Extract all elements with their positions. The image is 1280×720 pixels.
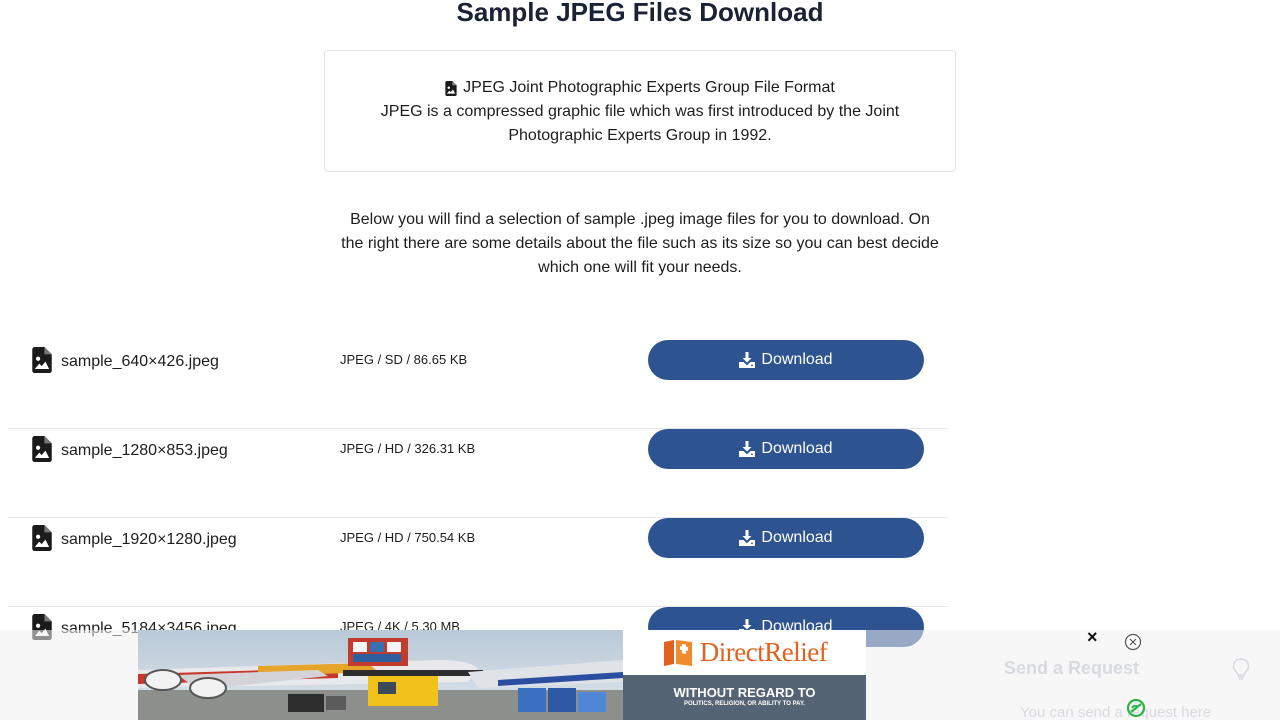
ad-brand-panel[interactable]: DirectRelief WITHOUT REGARD TO POLITICS,… bbox=[623, 630, 866, 720]
download-label: Download bbox=[761, 440, 833, 457]
ad-banner-image[interactable] bbox=[138, 630, 623, 720]
send-request-title: Send a Request bbox=[1004, 658, 1140, 678]
file-row: sample_1920×1280.jpeg JPEG / HD / 750.54… bbox=[8, 518, 948, 607]
download-icon bbox=[739, 352, 756, 368]
download-button[interactable]: Download bbox=[648, 429, 924, 469]
ad-verify-icon bbox=[1126, 698, 1146, 718]
file-meta: JPEG / SD / 86.65 KB bbox=[340, 352, 468, 367]
intro-text: Below you will find a selection of sampl… bbox=[341, 211, 939, 276]
download-button[interactable]: Download bbox=[648, 518, 924, 558]
file-name: sample_640×426.jpeg bbox=[61, 353, 219, 370]
download-button[interactable]: Download bbox=[648, 340, 924, 380]
ad-tagline-sub: POLITICS, RELIGION, OR ABILITY TO PAY. bbox=[684, 701, 805, 707]
ad-brand-name: DirectRelief bbox=[699, 637, 828, 667]
download-icon bbox=[739, 441, 756, 457]
direct-relief-logo-icon bbox=[663, 639, 692, 666]
file-row: sample_1280×853.jpeg JPEG / HD / 326.31 … bbox=[8, 429, 948, 518]
file-name: sample_1920×1280.jpeg bbox=[61, 531, 237, 548]
ad-close-button[interactable]: × bbox=[1087, 628, 1098, 646]
file-image-icon bbox=[32, 347, 52, 373]
download-icon bbox=[739, 530, 756, 546]
ad-photo-illustration bbox=[138, 630, 623, 720]
file-image-icon bbox=[32, 436, 52, 462]
file-name: sample_1280×853.jpeg bbox=[61, 442, 228, 459]
info-card-heading-row: JPEG Joint Photographic Experts Group Fi… bbox=[325, 76, 955, 100]
file-image-icon bbox=[32, 525, 52, 551]
ad-tagline: WITHOUT REGARD TO bbox=[673, 685, 816, 700]
info-card: JPEG Joint Photographic Experts Group Fi… bbox=[324, 50, 956, 172]
lightbulb-icon bbox=[1232, 658, 1250, 680]
send-request-widget: Send a Request You can send a request he… bbox=[1004, 656, 1264, 720]
info-card-heading: JPEG Joint Photographic Experts Group Fi… bbox=[463, 79, 835, 96]
ad-tagline-area: WITHOUT REGARD TO POLITICS, RELIGION, OR… bbox=[623, 675, 866, 720]
file-meta: JPEG / HD / 326.31 KB bbox=[340, 441, 476, 456]
file-image-icon bbox=[445, 80, 457, 96]
info-card-body: JPEG is a compressed graphic file which … bbox=[380, 103, 900, 144]
page-title: Sample JPEG Files Download bbox=[456, 0, 824, 27]
ad-logo-area: DirectRelief bbox=[623, 630, 866, 675]
send-request-text: You can send a request here bbox=[1020, 704, 1212, 720]
download-label: Download bbox=[761, 351, 833, 368]
file-row: sample_640×426.jpeg JPEG / SD / 86.65 KB… bbox=[8, 340, 948, 429]
ad-dismiss-icon[interactable] bbox=[1124, 633, 1142, 651]
download-label: Download bbox=[761, 529, 833, 546]
file-meta: JPEG / HD / 750.54 KB bbox=[340, 530, 476, 545]
